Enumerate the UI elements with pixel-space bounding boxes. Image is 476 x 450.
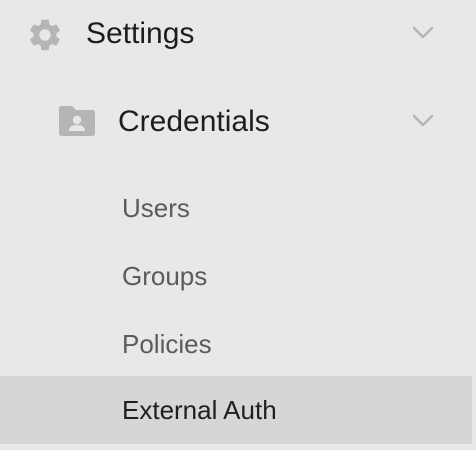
nav-item-policies[interactable]: Policies bbox=[0, 316, 472, 374]
folder-user-icon bbox=[59, 106, 95, 136]
settings-nav: Settings Credentials Users Groups Polici… bbox=[0, 0, 472, 450]
nav-item-external-auth[interactable]: External Auth bbox=[0, 376, 472, 444]
chevron-down-icon[interactable] bbox=[412, 114, 434, 128]
nav-item-credentials-label: Credentials bbox=[118, 105, 270, 138]
nav-item-external-auth-label: External Auth bbox=[122, 395, 277, 425]
nav-item-users[interactable]: Users bbox=[0, 180, 472, 238]
nav-item-credentials[interactable]: Credentials bbox=[0, 88, 472, 156]
nav-item-settings-label: Settings bbox=[86, 17, 195, 50]
nav-item-settings[interactable]: Settings bbox=[0, 0, 472, 68]
nav-item-groups[interactable]: Groups bbox=[0, 248, 472, 306]
nav-item-policies-label: Policies bbox=[122, 329, 212, 359]
nav-item-groups-label: Groups bbox=[122, 261, 208, 291]
gear-icon bbox=[30, 19, 60, 51]
nav-item-users-label: Users bbox=[122, 193, 190, 223]
chevron-down-icon[interactable] bbox=[412, 26, 434, 40]
